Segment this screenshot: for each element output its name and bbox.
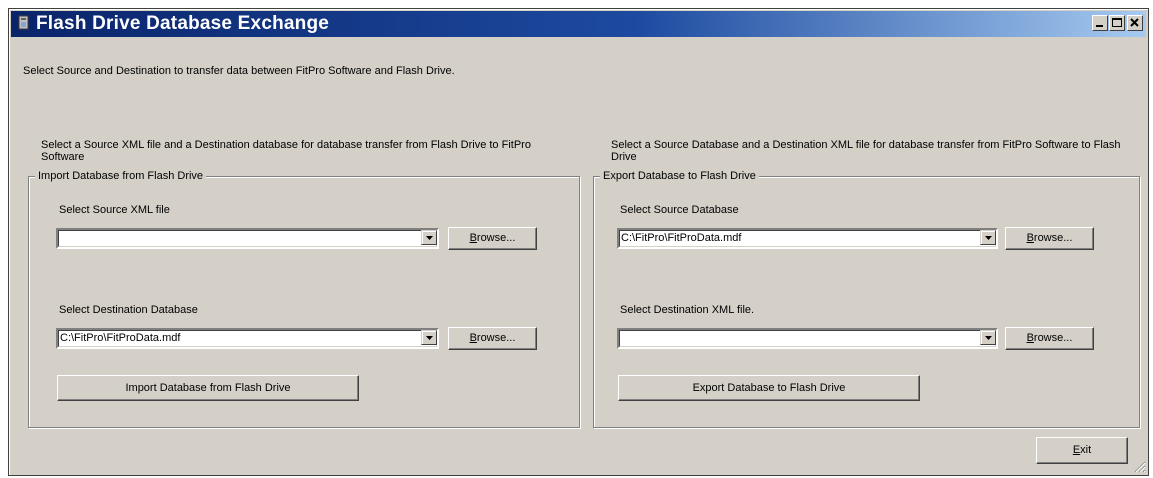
export-destination-dropdown-button[interactable] — [980, 330, 996, 345]
minimize-icon — [1096, 25, 1103, 27]
import-source-combo[interactable] — [56, 228, 439, 249]
exit-button[interactable]: Exit — [1036, 437, 1128, 464]
export-source-value: C:\FitPro\FitProData.mdf — [621, 232, 742, 244]
import-source-dropdown-button[interactable] — [421, 230, 437, 245]
maximize-button[interactable] — [1109, 15, 1125, 31]
import-destination-value: C:\FitPro\FitProData.mdf — [60, 332, 181, 344]
export-groupbox: Export Database to Flash Drive Select So… — [593, 169, 1140, 428]
export-group-title: Export Database to Flash Drive — [600, 169, 759, 183]
export-source-combo[interactable]: C:\FitPro\FitProData.mdf — [617, 228, 998, 249]
app-icon — [16, 15, 32, 31]
intro-text: Select Source and Destination to transfe… — [23, 65, 455, 77]
chevron-down-icon — [985, 336, 992, 340]
export-source-label: Select Source Database — [620, 204, 739, 216]
chevron-down-icon — [426, 236, 433, 240]
import-group-title: Import Database from Flash Drive — [35, 169, 207, 183]
maximize-icon — [1112, 18, 1122, 27]
export-database-button[interactable]: Export Database to Flash Drive — [618, 375, 920, 401]
resize-grip-icon[interactable] — [1134, 461, 1146, 473]
close-icon — [1130, 18, 1139, 27]
export-destination-combo[interactable] — [617, 328, 998, 349]
close-button[interactable] — [1127, 15, 1143, 31]
export-destination-browse-button[interactable]: Browse... — [1005, 327, 1094, 350]
import-destination-dropdown-button[interactable] — [421, 330, 437, 345]
export-source-browse-button[interactable]: Browse... — [1005, 227, 1094, 250]
import-source-label: Select Source XML file — [59, 204, 170, 216]
app-window: Flash Drive Database Exchange Select Sou… — [8, 8, 1149, 476]
import-groupbox: Import Database from Flash Drive Select … — [28, 169, 580, 428]
minimize-button[interactable] — [1092, 15, 1108, 31]
chevron-down-icon — [985, 236, 992, 240]
chevron-down-icon — [426, 336, 433, 340]
import-destination-combo[interactable]: C:\FitPro\FitProData.mdf — [56, 328, 439, 349]
export-description: Select a Source Database and a Destinati… — [611, 139, 1121, 163]
import-destination-browse-button[interactable]: Browse... — [448, 327, 537, 350]
import-source-browse-button[interactable]: Browse... — [448, 227, 537, 250]
import-database-button[interactable]: Import Database from Flash Drive — [57, 375, 359, 401]
title-bar[interactable]: Flash Drive Database Exchange — [11, 11, 1146, 37]
export-source-dropdown-button[interactable] — [980, 230, 996, 245]
window-title: Flash Drive Database Exchange — [36, 13, 330, 34]
export-destination-label: Select Destination XML file. — [620, 304, 755, 316]
import-description: Select a Source XML file and a Destinati… — [41, 139, 531, 163]
import-destination-label: Select Destination Database — [59, 304, 198, 316]
